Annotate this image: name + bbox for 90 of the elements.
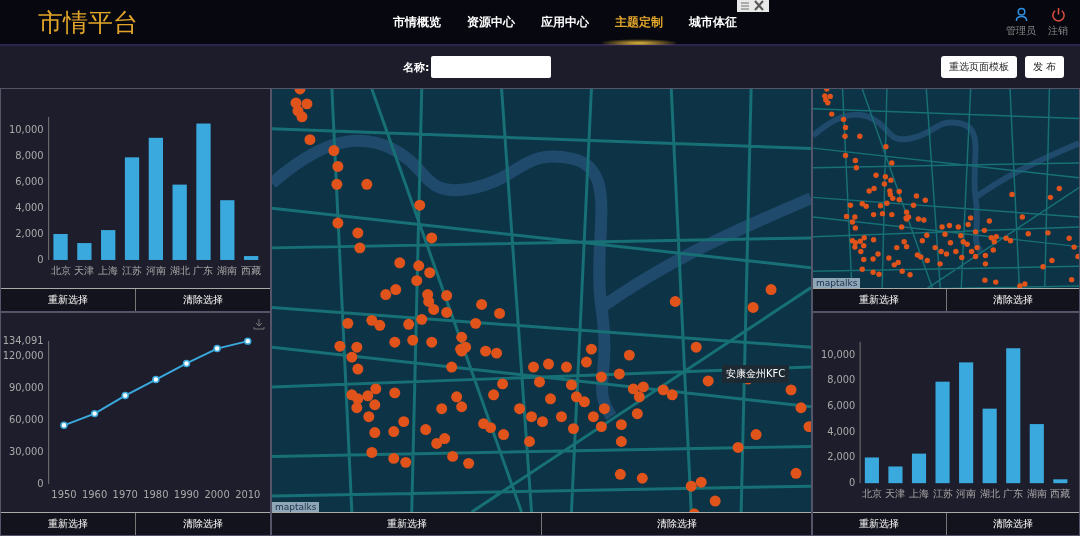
- map-attribution: maptalks: [272, 502, 320, 512]
- name-input[interactable]: [431, 56, 552, 78]
- name-label: 名称:: [403, 59, 430, 75]
- y-tick-label: 0: [848, 477, 856, 489]
- bar: [1053, 479, 1068, 484]
- x-tick-label: 江苏: [122, 264, 143, 276]
- logo-text: 市情平台: [38, 6, 139, 39]
- x-tick-label: 湖北: [169, 264, 190, 276]
- y-tick-label: 6,000: [15, 176, 44, 187]
- x-tick-label: 1980: [143, 488, 169, 500]
- toolbar-button[interactable]: 重选页面模板: [940, 56, 1017, 78]
- bar: [77, 243, 92, 260]
- x-tick-label: 2010: [235, 488, 261, 500]
- bar: [101, 230, 116, 260]
- action-button[interactable]: 重新选择: [1, 513, 136, 535]
- y-tick-label: 30,000: [9, 445, 44, 457]
- bar: [244, 256, 259, 260]
- power-icon: [1050, 6, 1066, 22]
- y-tick-label: 90,000: [9, 382, 44, 393]
- action-button[interactable]: 清除选择: [946, 289, 1079, 311]
- bar: [888, 466, 903, 484]
- logout-link[interactable]: 注销: [1048, 6, 1068, 38]
- x-tick-label: 北京: [50, 264, 71, 276]
- admin-link[interactable]: 管理员: [1006, 6, 1036, 38]
- y-tick-label: 0: [37, 253, 44, 265]
- map-attribution: maptalks: [813, 278, 861, 288]
- x-tick-label: 天津: [74, 264, 95, 276]
- x-tick-label: 北京: [861, 487, 882, 499]
- nav-tab[interactable]: 市情概览: [380, 0, 454, 45]
- action-button[interactable]: 清除选择: [946, 513, 1079, 535]
- data-point: [244, 337, 252, 345]
- y-tick-label: 6,000: [827, 400, 856, 411]
- bar: [864, 457, 879, 484]
- x-tick-label: 湖北: [979, 487, 1000, 499]
- x-tick-label: 2000: [204, 488, 230, 500]
- x-tick-label: 江苏: [932, 487, 953, 499]
- action-button[interactable]: 清除选择: [136, 513, 270, 535]
- data-point: [152, 375, 160, 384]
- x-tick-label: 广东: [193, 264, 214, 276]
- x-tick-label: 上海: [98, 264, 119, 276]
- y-tick-label: 4,000: [827, 425, 856, 437]
- data-point: [121, 391, 129, 400]
- download-icon[interactable]: [253, 318, 265, 330]
- bar: [1029, 424, 1044, 484]
- nav-tab[interactable]: 城市体征: [676, 0, 750, 45]
- action-button[interactable]: 重新选择: [272, 513, 542, 535]
- x-tick-label: 西藏: [1050, 487, 1071, 499]
- y-tick-label: 10,000: [9, 124, 44, 135]
- data-point: [182, 359, 191, 368]
- x-tick-label: 1950: [51, 488, 77, 500]
- bar: [220, 200, 235, 260]
- x-tick-label: 上海: [909, 487, 929, 499]
- x-tick-label: 西藏: [241, 264, 262, 276]
- action-button[interactable]: 重新选择: [813, 513, 947, 535]
- x-tick-label: 1990: [173, 488, 200, 500]
- x-tick-label: 河南: [956, 487, 977, 499]
- y-tick-label: 2,000: [827, 451, 856, 463]
- x-tick-label: 天津: [885, 487, 906, 499]
- y-tick-label: 0: [37, 477, 44, 489]
- action-button[interactable]: 清除选择: [136, 289, 270, 311]
- close-icon[interactable]: [737, 0, 769, 12]
- bar: [911, 453, 927, 484]
- y-tick-label: 10,000: [820, 348, 856, 360]
- y-tick-label: 2,000: [15, 227, 44, 239]
- action-button[interactable]: 重新选择: [813, 289, 947, 311]
- x-tick-label: 广东: [1003, 487, 1024, 499]
- x-tick-label: 1960: [82, 488, 108, 500]
- toolbar-button[interactable]: 发 布: [1024, 56, 1064, 78]
- nav-tab[interactable]: 应用中心: [528, 0, 602, 45]
- nav-tab[interactable]: 资源中心: [454, 0, 528, 45]
- user-icon: [1013, 6, 1029, 22]
- x-tick-label: 湖南: [217, 264, 238, 276]
- y-tick-label: 8,000: [827, 374, 856, 386]
- bar: [53, 234, 68, 260]
- y-tick-label: 4,000: [15, 201, 44, 213]
- data-point: [213, 344, 221, 353]
- action-button[interactable]: 重新选择: [1, 289, 136, 311]
- data-point: [60, 421, 68, 430]
- map-popup-label: 安康金州KFC: [722, 365, 790, 383]
- x-tick-label: 河南: [145, 264, 166, 276]
- y-tick-label: 120,000: [2, 350, 44, 362]
- action-button[interactable]: 清除选择: [542, 513, 811, 535]
- x-tick-label: 1970: [112, 488, 138, 500]
- admin-label: 管理员: [1006, 23, 1036, 38]
- y-tick-label: 134,091: [2, 335, 44, 346]
- y-tick-label: 60,000: [9, 414, 44, 425]
- logout-label: 注销: [1048, 23, 1068, 38]
- y-tick-label: 8,000: [15, 150, 44, 161]
- x-tick-label: 湖南: [1026, 487, 1047, 499]
- data-point: [90, 409, 99, 418]
